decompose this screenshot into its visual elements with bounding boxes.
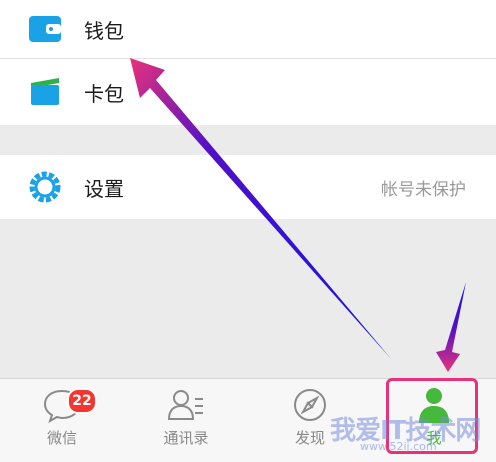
card-icon [31,78,59,105]
gear-icon [29,171,61,203]
wallet-row[interactable]: 钱包 [0,0,496,59]
tab-contacts[interactable]: 通讯录 [124,379,248,462]
arrow-to-me-tab [436,282,466,372]
card-package-row[interactable]: 卡包 [0,59,496,125]
unread-badge: 22 [67,388,97,414]
card-label: 卡包 [84,81,124,106]
settings-label: 设置 [84,176,124,201]
account-status-text: 帐号未保护 [381,179,466,200]
wallet-icon [29,16,61,42]
compass-icon [294,389,326,421]
tab-contacts-label: 通讯录 [163,429,209,447]
contacts-icon [167,390,203,420]
settings-row[interactable]: 设置 帐号未保护 [0,155,496,219]
wallet-label: 钱包 [84,18,124,43]
tab-wechat[interactable]: 22 微信 [0,379,124,462]
watermark-url: www.52ij.com [360,440,437,453]
tab-wechat-label: 微信 [46,429,77,447]
